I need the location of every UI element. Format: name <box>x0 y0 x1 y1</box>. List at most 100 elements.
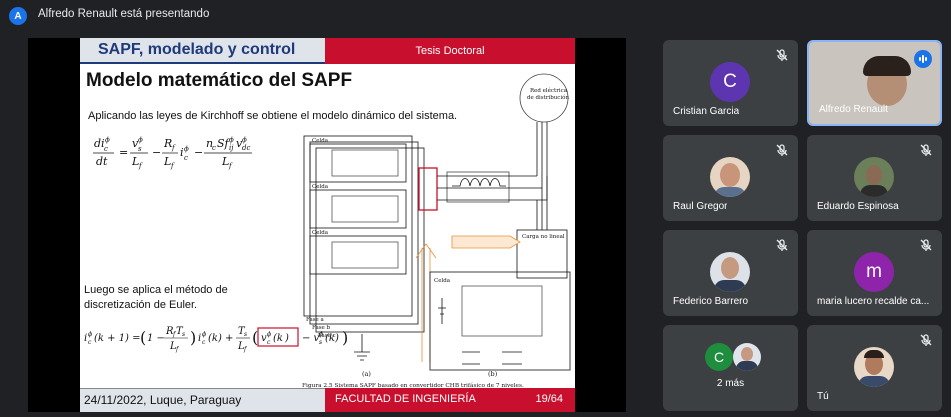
slide-footer-date: 24/11/2022, Luque, Paraguay <box>84 393 242 407</box>
svg-text:R: R <box>163 137 172 150</box>
svg-text:f: f <box>228 162 233 170</box>
participant-name: Raul Gregor <box>673 201 728 212</box>
participant-name: Tú <box>817 391 829 402</box>
svg-text:(k) +: (k) + <box>208 333 233 344</box>
svg-text:(k + 1) =: (k + 1) = <box>94 333 141 344</box>
svg-text:(: ( <box>140 328 146 347</box>
participant-tile-maria-lucero[interactable]: m maria lucero recalde ca... <box>807 230 942 316</box>
mic-off-icon <box>776 49 788 61</box>
participant-tile-raul-gregor[interactable]: Raul Gregor <box>663 135 798 221</box>
participant-tile-alfredo-renault[interactable]: Alfredo Renault <box>807 40 942 126</box>
svg-text:dc: dc <box>242 144 250 152</box>
svg-text:i: i <box>84 333 87 344</box>
svg-text:i: i <box>180 146 184 159</box>
meet-window: A Alfredo Renault está presentando SAPF,… <box>0 0 951 417</box>
svg-text:1 −: 1 − <box>147 333 165 344</box>
fig-label-fase-c: Fase c <box>318 333 336 339</box>
fig-label-celda-b: Celda <box>434 278 451 284</box>
svg-text:s: s <box>138 145 142 153</box>
fig-label-fase-b: Fase b <box>312 325 331 331</box>
slide-header-right: Tesis Doctoral <box>325 38 575 64</box>
fig-label-fase-a: Fase a <box>306 317 325 323</box>
svg-text:−: − <box>194 146 203 159</box>
presenter-bar: A Alfredo Renault está presentando <box>0 0 951 30</box>
speaking-indicator-icon <box>914 50 932 68</box>
svg-text:c: c <box>202 339 206 346</box>
slide-euler-text: Luego se aplica el método de discretizac… <box>84 284 228 311</box>
svg-text:f: f <box>243 346 248 353</box>
fig-label-b: (b) <box>488 370 498 378</box>
slide-footer-right: FACULTAD DE INGENIERÍA 19/64 <box>325 388 575 412</box>
slide-header-thesis: Tesis Doctoral <box>415 45 485 57</box>
svg-text:−: − <box>152 146 161 159</box>
presentation-slide: SAPF, modelado y control Tesis Doctoral … <box>80 38 575 412</box>
svg-text:): ) <box>284 333 289 344</box>
mic-off-icon <box>920 334 932 346</box>
fig-label-celda-3: Celda <box>312 230 329 236</box>
slide-section-title: SAPF, modelado y control <box>98 41 296 58</box>
avatar <box>854 347 894 387</box>
svg-text:s: s <box>182 331 185 338</box>
fig-label-celda-2: Celda <box>312 184 329 190</box>
svg-text:ϕ: ϕ <box>229 136 234 144</box>
svg-text:f: f <box>175 346 180 353</box>
fig-label-red: Red eléctrica <box>530 87 568 94</box>
mic-off-icon <box>776 144 788 156</box>
svg-text:ϕ: ϕ <box>242 136 247 144</box>
svg-text:c: c <box>88 339 92 346</box>
svg-text:c: c <box>104 145 108 153</box>
sapf-circuit-figure: Red eléctrica de distribución Carga no l… <box>302 73 571 389</box>
mic-off-icon <box>920 239 932 251</box>
svg-text:f: f <box>171 144 176 152</box>
mic-off-icon <box>776 239 788 251</box>
participant-tile-self[interactable]: Tú <box>807 325 942 411</box>
presenter-banner-text: Alfredo Renault está presentando <box>38 8 210 20</box>
svg-text:ϕ: ϕ <box>184 145 189 153</box>
continuous-model-equation: di ϕc dt = v ϕs Lf − Rf Lf i ϕc − nc Sf ϕij v ϕ… <box>93 136 252 170</box>
svg-text:ϕ: ϕ <box>88 331 92 338</box>
avatar: C <box>710 62 750 102</box>
svg-text:s: s <box>244 331 247 338</box>
svg-text:c: c <box>212 144 216 152</box>
participant-name: Eduardo Espinosa <box>817 201 899 212</box>
svg-text:f: f <box>138 162 143 170</box>
fig-label-carga: Carga no lineal <box>522 234 565 240</box>
participant-name: Federico Barrero <box>673 296 749 307</box>
shared-screen[interactable]: SAPF, modelado y control Tesis Doctoral … <box>28 38 626 412</box>
fig-label-celda-1: Celda <box>312 138 329 144</box>
svg-text:ϕ: ϕ <box>202 331 206 338</box>
svg-text:=: = <box>119 146 128 159</box>
svg-text:c: c <box>267 339 271 346</box>
participant-name: Alfredo Renault <box>819 104 888 115</box>
svg-text:c: c <box>184 154 188 162</box>
participant-name: Cristian Garcia <box>673 106 740 117</box>
svg-text:ij: ij <box>229 144 234 152</box>
svg-text:ϕ: ϕ <box>138 136 143 144</box>
svg-text:i: i <box>198 333 201 344</box>
svg-text:): ) <box>190 328 196 347</box>
participant-tile-eduardo-espinosa[interactable]: Eduardo Espinosa <box>807 135 942 221</box>
participant-tile-cristian-garcia[interactable]: C Cristian Garcia <box>663 40 798 126</box>
slide-footer-left: 24/11/2022, Luque, Paraguay <box>80 388 325 412</box>
fig-label-red2: de distribución <box>527 94 569 101</box>
participant-video-hair <box>863 56 911 76</box>
avatar <box>710 252 750 292</box>
svg-text:f: f <box>170 162 175 170</box>
avatar <box>733 343 761 371</box>
slide-header-left: SAPF, modelado y control <box>80 38 325 64</box>
svg-text:ϕ: ϕ <box>105 136 110 144</box>
svg-text:di: di <box>94 137 105 150</box>
svg-text:(: ( <box>252 328 258 347</box>
svg-text:(k: (k <box>273 333 283 344</box>
participant-tile-more[interactable]: C 2 más <box>663 325 798 411</box>
svg-text:ϕ: ϕ <box>267 331 271 338</box>
fig-label-a: (a) <box>362 370 371 378</box>
participant-name: maria lucero recalde ca... <box>817 296 930 307</box>
avatar <box>854 157 894 197</box>
svg-text:dt: dt <box>96 155 108 168</box>
mic-off-icon <box>920 144 932 156</box>
participant-tile-federico-barrero[interactable]: Federico Barrero <box>663 230 798 316</box>
presenter-avatar: A <box>9 7 27 25</box>
participant-name: 2 más <box>716 378 745 389</box>
slide-page-number: 19/64 <box>535 393 563 405</box>
